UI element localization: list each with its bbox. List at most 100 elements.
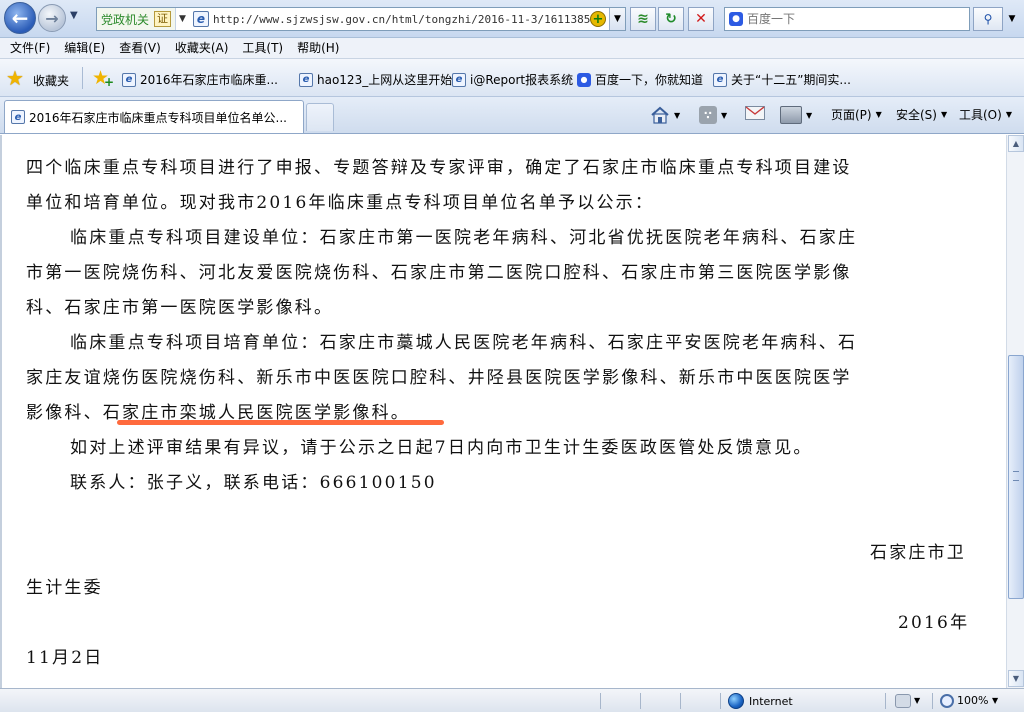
safety-menu-label: 安全(S)	[896, 108, 937, 122]
baidu-paw-icon: ●	[577, 72, 591, 87]
contact-line: 联系人：张子义，联系电话：666100150	[70, 473, 437, 493]
zone-text: Internet	[749, 694, 793, 708]
favorite-link-label: 2016年石家庄市临床重...	[140, 73, 278, 87]
scroll-thumb[interactable]	[1008, 355, 1024, 599]
compatibility-view-icon: ≋	[637, 11, 649, 27]
divider	[600, 693, 601, 709]
menu-edit[interactable]: 编辑(E)	[58, 38, 113, 58]
search-icon: ⚲	[983, 12, 993, 26]
chevron-down-icon[interactable]: ▼	[179, 14, 186, 24]
signature-line-1: 石家庄市卫	[870, 543, 966, 563]
divider	[640, 693, 641, 709]
favorite-link-5[interactable]: e 关于“十二五”期间实...	[713, 71, 851, 88]
compatibility-icon[interactable]: +	[590, 11, 606, 27]
arrow-left-icon: ←	[11, 6, 29, 30]
favorites-button[interactable]: 收藏夹	[33, 72, 69, 89]
ie-page-icon: e	[192, 11, 209, 27]
tab-active[interactable]: e 2016年石家庄市临床重点专科项目单位名单公...	[4, 100, 304, 133]
forward-button[interactable]: →	[38, 4, 66, 32]
protected-mode-icon[interactable]	[895, 694, 911, 708]
favorite-link-2[interactable]: e hao123_上网从这里开始	[299, 71, 452, 88]
certificate-icon[interactable]: 证	[154, 11, 172, 27]
globe-icon	[728, 693, 744, 709]
favorites-bar: ★ 收藏夹 ★ e 2016年石家庄市临床重... e hao123_上网从这里…	[0, 59, 1024, 97]
chevron-down-icon: ▼	[1005, 110, 1012, 119]
page-menu-button[interactable]: 页面(P) ▼	[831, 106, 882, 123]
vertical-scrollbar[interactable]: ▲ ▼	[1006, 135, 1024, 688]
rss-icon: ∵	[699, 106, 717, 124]
print-button[interactable]: ▼	[780, 106, 812, 124]
divider	[720, 693, 721, 709]
divider	[82, 67, 83, 89]
printer-icon	[780, 106, 802, 124]
home-button[interactable]: ▼	[650, 106, 680, 124]
arrow-down-icon: ▼	[1012, 674, 1020, 683]
favorites-star-icon[interactable]: ★	[6, 68, 24, 88]
favorite-link-3[interactable]: e i@Report报表系统	[452, 71, 573, 88]
notice-line-1: 四个临床重点专科项目进行了申报、专题答辩及专家评审，确定了石家庄市临床重点专科项…	[26, 158, 852, 178]
ie-page-icon: e	[452, 72, 466, 87]
chevron-down-icon[interactable]: ▼	[721, 111, 727, 120]
feeds-button[interactable]: ∵ ▼	[699, 106, 727, 124]
notice-line-5: 科、石家庄市第一医院医学影像科。	[26, 298, 334, 318]
menu-file[interactable]: 文件(F)	[4, 38, 58, 58]
notice-line-7: 家庄友谊烧伤医院烧伤科、新乐市中医医院口腔科、井陉县医院医学影像科、新乐市中医医…	[26, 368, 852, 388]
chevron-down-icon[interactable]: ▼	[806, 111, 812, 120]
chevron-down-icon[interactable]: ▼	[914, 696, 920, 705]
zoom-icon[interactable]	[940, 694, 954, 708]
scroll-up-button[interactable]: ▲	[1008, 135, 1024, 152]
chevron-down-icon[interactable]: ▼	[674, 111, 680, 120]
chevron-down-icon[interactable]: ▼	[992, 696, 998, 705]
status-bar: Internet ▼ 100% ▼	[0, 688, 1024, 712]
security-zone[interactable]: Internet	[728, 693, 793, 709]
url-history-dropdown[interactable]: ▼	[609, 8, 625, 30]
menu-view[interactable]: 查看(V)	[113, 38, 169, 58]
search-button[interactable]: ⚲	[973, 7, 1003, 31]
scroll-down-button[interactable]: ▼	[1008, 670, 1024, 687]
tools-menu-button[interactable]: 工具(O) ▼	[959, 106, 1012, 123]
baidu-paw-icon: ●	[729, 12, 743, 26]
url-input[interactable]: http://www.sjzwsjsw.gov.cn/html/tongzhi/…	[213, 13, 590, 26]
back-button[interactable]: ←	[4, 2, 36, 34]
signature-line-2: 生计生委	[26, 578, 103, 598]
favorite-link-label: 关于“十二五”期间实...	[731, 73, 851, 87]
tools-menu-label: 工具(O)	[959, 108, 1002, 122]
add-to-favorites-icon[interactable]: ★	[92, 68, 114, 92]
mail-icon	[745, 106, 765, 120]
menu-help[interactable]: 帮助(H)	[291, 38, 347, 58]
stop-button[interactable]: ✕	[688, 7, 714, 31]
chevron-down-icon: ▼	[940, 110, 948, 119]
tab-title: 2016年石家庄市临床重点专科项目单位名单公...	[29, 110, 287, 125]
zoom-level[interactable]: 100%	[957, 694, 988, 707]
highlight-underline	[117, 420, 444, 425]
mail-button[interactable]	[745, 106, 765, 120]
date-line-1: 2016年	[898, 613, 970, 633]
page-menu-label: 页面(P)	[831, 108, 872, 122]
divider	[885, 693, 886, 709]
notice-line-2: 单位和培育单位。现对我市2016年临床重点专科项目单位名单予以公示：	[26, 193, 655, 213]
menu-bar: 文件(F) 编辑(E) 查看(V) 收藏夹(A) 工具(T) 帮助(H)	[0, 38, 1024, 59]
favorite-link-4[interactable]: ● 百度一下，你就知道	[577, 71, 703, 88]
date-line-2: 11月2日	[26, 648, 104, 668]
recent-pages-dropdown[interactable]: ▼	[70, 10, 78, 21]
arrow-right-icon: →	[45, 8, 59, 28]
page-content: 四个临床重点专科项目进行了申报、专题答辩及专家评审，确定了石家庄市临床重点专科项…	[0, 135, 1006, 688]
menu-favorites[interactable]: 收藏夹(A)	[169, 38, 237, 58]
zone-tag[interactable]: 党政机关 证	[97, 8, 177, 30]
menu-tools[interactable]: 工具(T)	[236, 38, 291, 58]
address-bar[interactable]: 党政机关 证 ▼ e http://www.sjzwsjsw.gov.cn/ht…	[96, 7, 626, 31]
home-icon	[651, 106, 669, 124]
refresh-button[interactable]: ↻	[658, 7, 684, 31]
favorite-link-label: i@Report报表系统	[470, 73, 574, 87]
safety-menu-button[interactable]: 安全(S) ▼	[896, 106, 947, 123]
search-input[interactable]	[747, 12, 969, 26]
search-box[interactable]: ●	[724, 7, 970, 31]
favorite-link-1[interactable]: e 2016年石家庄市临床重...	[122, 71, 278, 88]
ie-page-icon: e	[299, 72, 313, 87]
compatibility-view-button[interactable]: ≋	[630, 7, 656, 31]
search-options-dropdown[interactable]: ▼	[1004, 7, 1020, 31]
new-tab-button[interactable]	[306, 103, 334, 131]
favorite-link-label: 百度一下，你就知道	[595, 73, 704, 87]
ie-page-icon: e	[713, 72, 727, 87]
zone-label: 党政机关	[101, 12, 150, 27]
